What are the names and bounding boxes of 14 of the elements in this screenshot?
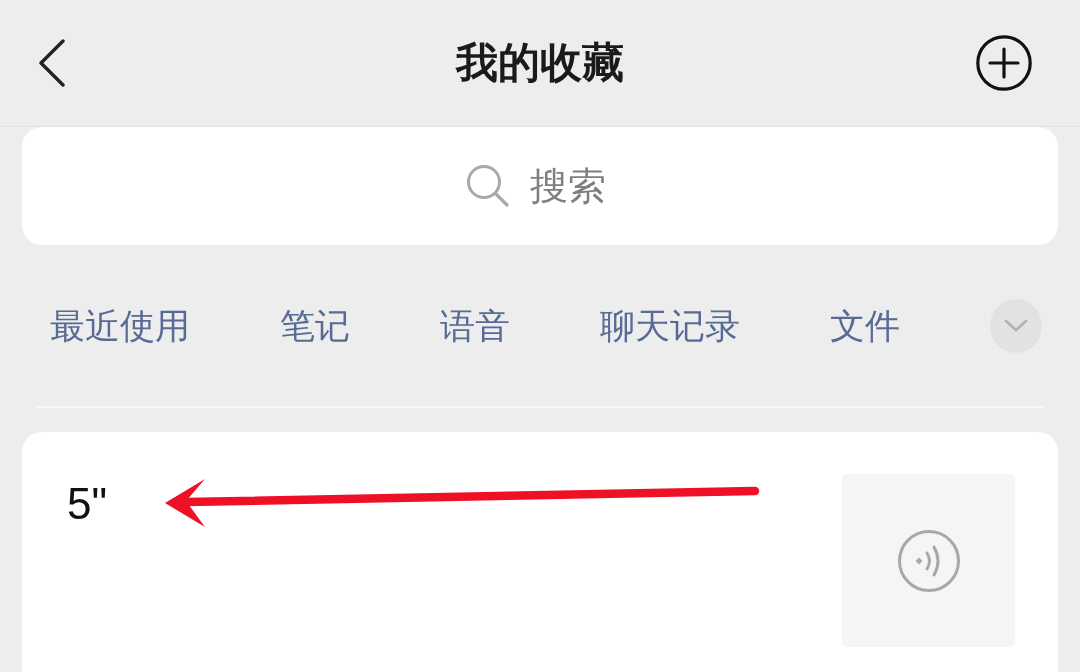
category-tab[interactable]: 聊天记录	[600, 304, 740, 347]
sound-wave-icon	[896, 528, 961, 593]
category-tab[interactable]: 语音	[440, 304, 510, 347]
page-title: 我的收藏	[456, 37, 624, 89]
add-icon[interactable]	[976, 35, 1032, 91]
category-tab[interactable]: 笔记	[280, 304, 350, 347]
back-icon[interactable]	[38, 39, 66, 87]
voice-duration: 5"	[67, 482, 108, 526]
category-tab[interactable]: 最近使用	[50, 304, 190, 347]
chevron-down-icon	[1004, 319, 1028, 332]
category-tab[interactable]: 文件	[830, 304, 900, 347]
favorite-card[interactable]: 5"	[22, 432, 1058, 672]
search-icon	[466, 164, 510, 208]
search-field[interactable]: 搜索	[530, 157, 614, 215]
